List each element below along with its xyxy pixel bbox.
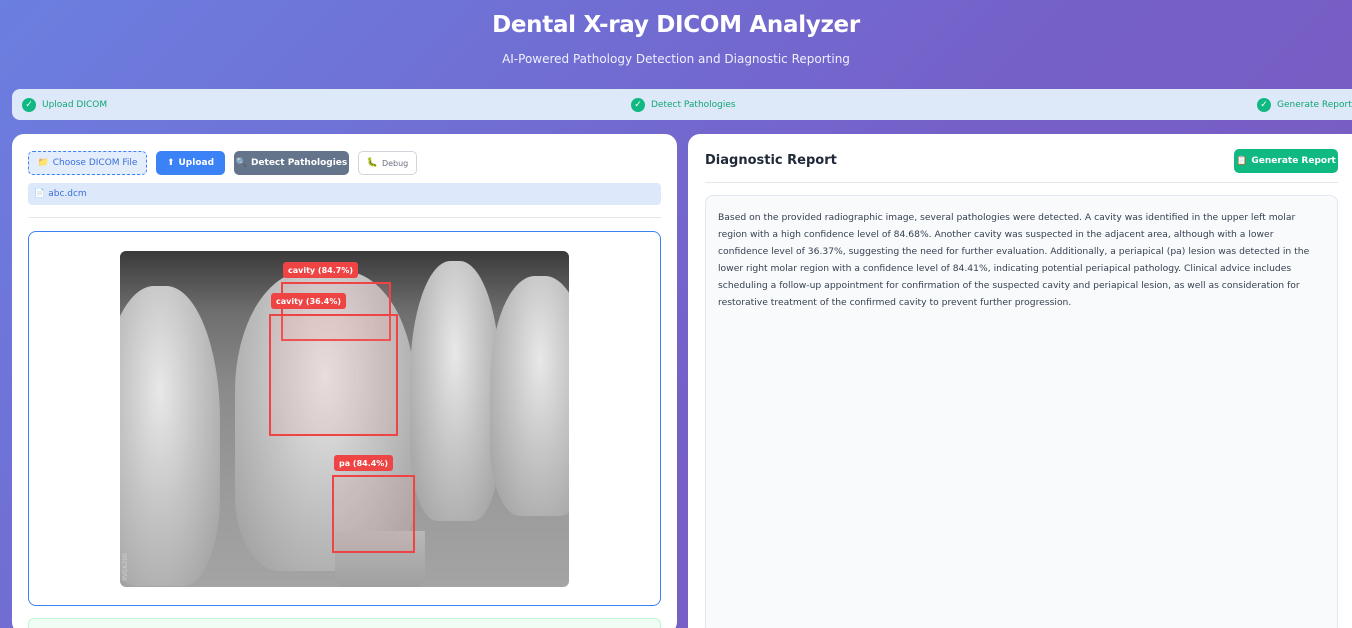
check-icon: ✓ <box>1257 97 1271 112</box>
page-title: Dental X-ray DICOM Analyzer <box>492 12 860 38</box>
generate-report-button[interactable]: 📋 Generate Report <box>1234 149 1338 173</box>
check-icon: ✓ <box>631 97 645 112</box>
clipboard-icon: 📋 <box>1236 156 1248 166</box>
divider <box>705 182 1338 183</box>
bug-icon: 🐛 <box>366 158 378 168</box>
divider <box>28 217 661 218</box>
choose-file-button[interactable]: 📁 Choose DICOM File <box>28 151 147 175</box>
image-panel: 📁 Choose DICOM File ⬆ Upload 🔍 Detect Pa… <box>12 134 677 628</box>
report-content: Based on the provided radiographic image… <box>705 195 1338 628</box>
step-label: Detect Pathologies <box>651 99 736 110</box>
debug-label: Debug <box>381 158 409 168</box>
document-icon: 📄 <box>34 189 46 199</box>
image-watermark: RVG6200 <box>122 553 129 581</box>
step-detect: ✓ Detect Pathologies <box>631 97 736 112</box>
step-label: Generate Report <box>1277 99 1352 110</box>
detection-box-pa[interactable] <box>332 475 415 553</box>
detect-label: Detect Pathologies <box>250 158 348 168</box>
upload-label: Upload <box>178 158 215 168</box>
magnifier-icon: 🔍 <box>235 158 247 168</box>
choose-file-label: Choose DICOM File <box>52 158 138 168</box>
step-upload: ✓ Upload DICOM <box>22 97 107 112</box>
xray-viewer: RVG6200 cavity (84.7%) cavity (36.4%) pa… <box>28 231 661 606</box>
step-label: Upload DICOM <box>42 99 108 110</box>
detection-label: cavity (36.4%) <box>271 293 346 309</box>
detection-box-cavity-2[interactable] <box>269 314 398 436</box>
debug-button[interactable]: 🐛 Debug <box>358 151 417 175</box>
step-report: ✓ Generate Report <box>1257 97 1352 112</box>
file-name: abc.dcm <box>48 189 87 199</box>
check-icon: ✓ <box>22 97 36 112</box>
progress-steps: ✓ Upload DICOM ✓ Detect Pathologies ✓ Ge… <box>12 89 1352 120</box>
detect-pathologies-button[interactable]: 🔍 Detect Pathologies <box>234 151 349 175</box>
folder-icon: 📁 <box>37 158 49 168</box>
tooth-shape <box>490 276 569 516</box>
page-subtitle: AI-Powered Pathology Detection and Diagn… <box>502 52 850 66</box>
status-strip <box>28 618 661 628</box>
generate-report-label: Generate Report <box>1251 156 1336 166</box>
report-title: Diagnostic Report <box>705 153 837 168</box>
upload-button[interactable]: ⬆ Upload <box>156 151 225 175</box>
report-text: Based on the provided radiographic image… <box>718 212 1310 308</box>
detection-label: pa (84.4%) <box>334 455 393 471</box>
upload-icon: ⬆ <box>166 158 175 168</box>
xray-image: RVG6200 cavity (84.7%) cavity (36.4%) pa… <box>120 251 569 587</box>
report-panel: Diagnostic Report 📋 Generate Report Base… <box>688 134 1352 628</box>
app-header: Dental X-ray DICOM Analyzer AI-Powered P… <box>0 0 1352 88</box>
selected-file: 📄 abc.dcm <box>28 183 661 205</box>
tooth-shape <box>120 286 220 586</box>
detection-label: cavity (84.7%) <box>283 262 358 278</box>
tooth-shape <box>410 261 500 521</box>
